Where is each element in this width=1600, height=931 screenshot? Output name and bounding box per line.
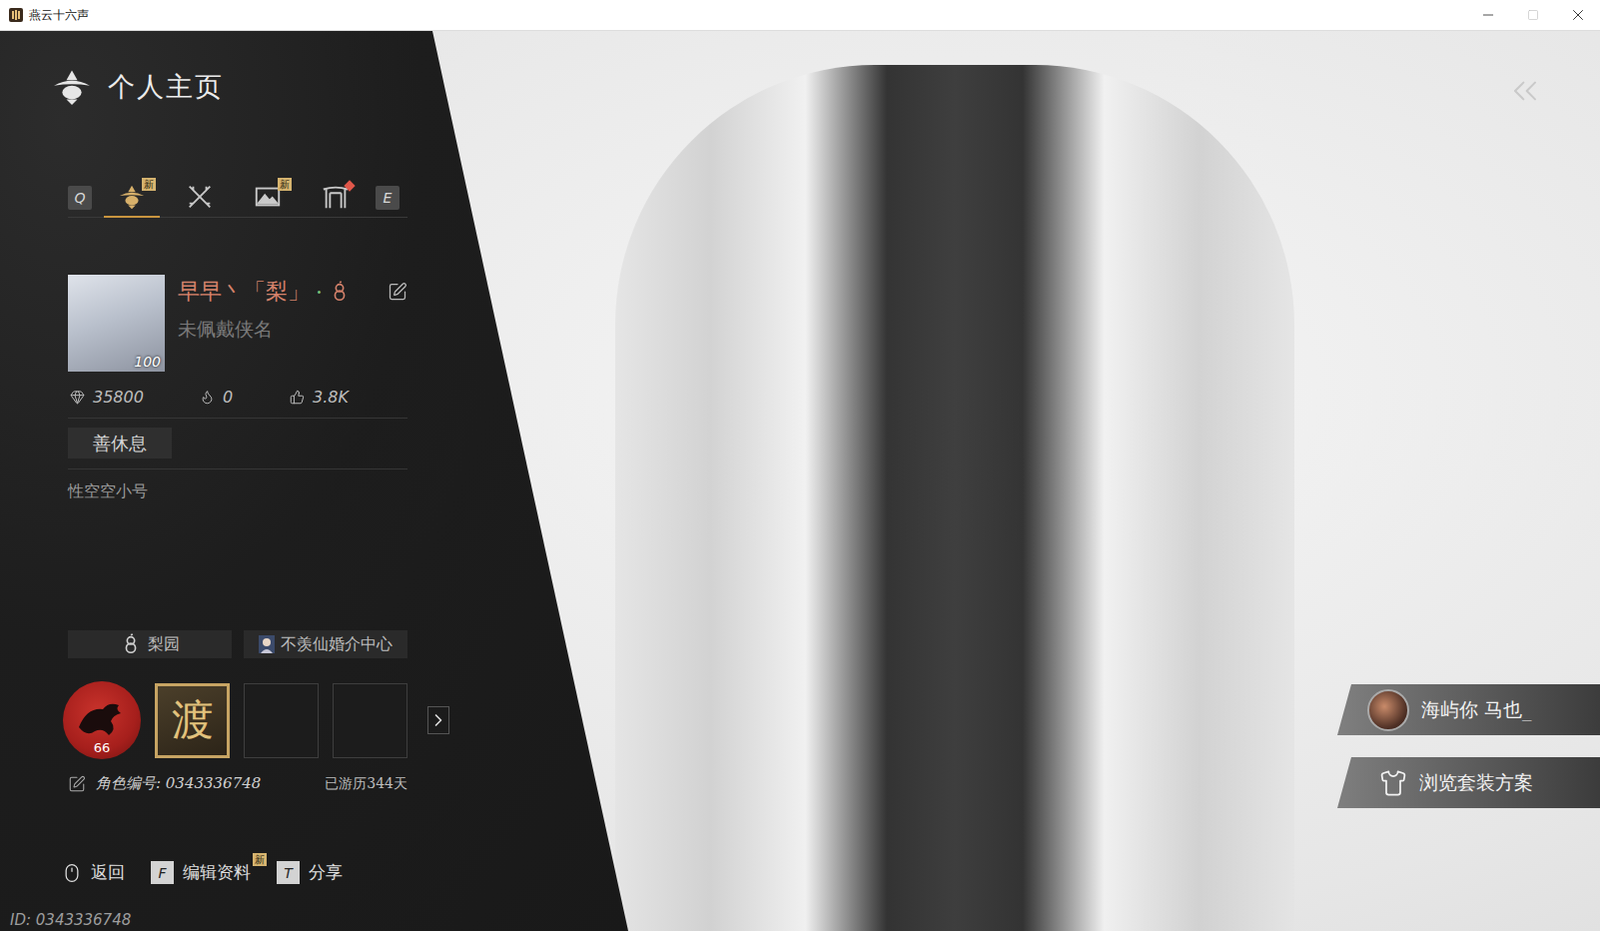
portrait-icon [258,635,275,654]
new-badge: 新 [252,852,267,866]
close-icon [1569,5,1588,24]
panel-content: Q 新 新 E 100 早早丶「梨」· 未佩戴侠名 3580003.8K 善休息性空空小号梨园不… [67,106,408,794]
profile-tab[interactable]: 新 [103,177,160,218]
profile-text: 早早丶「梨」· 未佩戴侠名 [177,274,408,372]
maximize-button[interactable] [1510,0,1556,30]
player-name: 早早丶「梨」 [177,276,310,307]
side-button-label: 海屿你 马也_ [1421,697,1533,724]
album-tab[interactable]: 新 [239,177,296,218]
mouse-icon [61,862,82,883]
group-chip[interactable]: 不羡仙婚介中心 [243,630,408,659]
player-title: 未佩戴侠名 [177,316,408,343]
divider [67,468,408,470]
group-chip[interactable]: 梨园 [67,630,232,659]
gate-tab[interactable] [307,177,364,218]
side-button-label: 浏览套装方案 [1419,770,1534,797]
outfit-icon [1379,769,1408,798]
horse-seal-icon [74,697,129,744]
panel-title: 个人主页 [107,68,224,105]
player-id: ID: 0343336748 [9,910,629,929]
avatar[interactable]: 100 [67,274,165,372]
back-arrow-icon [1505,70,1546,111]
app-window: 燕云十六声海屿你 马也_浏览套装方案个人主页Q新新E100早早丶「梨」·未佩戴侠… [0,0,1600,931]
bio: 性空空小号 [67,481,408,503]
minimize-icon [1480,6,1497,23]
friend-avatar [1367,689,1410,732]
character-area [571,30,1338,931]
side-button[interactable]: 浏览套装方案 [1337,757,1600,808]
character-badge[interactable]: 渡 [154,683,230,759]
empty-badge-slot[interactable] [243,683,319,759]
avatar-level: 100 [133,353,161,370]
copy-icon[interactable] [67,775,86,794]
stat: 0 [197,387,288,407]
seal-number: 66 [62,740,141,756]
guild-icon [119,633,142,656]
app-logo-icon [8,7,23,22]
key-hint: F [150,860,174,884]
window-title: 燕云十六声 [28,6,1466,24]
name-row: 早早丶「梨」· [177,276,408,307]
close-button[interactable] [1555,0,1600,30]
stat: 3.8K [287,387,408,407]
maximize-icon [1527,8,1540,21]
character-render[interactable] [615,64,1295,931]
role-row: 角色编号: 0343336748 已游历344天 [67,774,408,794]
seal-badge[interactable]: 66 [62,681,141,760]
stat: 35800 [67,387,198,407]
empty-badge-slot[interactable] [332,683,408,759]
new-badge: 新 [141,177,156,191]
back-button[interactable] [1505,70,1546,115]
side-column: 海屿你 马也_ 浏览套装方案 [1337,30,1600,931]
arrow-right-icon [428,710,449,731]
more-badges-button[interactable] [427,706,450,735]
footer-action[interactable]: T分享 [276,860,343,884]
side-buttons: 海屿你 马也_ 浏览套装方案 [1337,684,1600,808]
heat-icon [199,389,215,405]
footer-action[interactable]: F编辑资料新 [150,860,251,884]
tab-bar: Q新新E [67,177,408,218]
key-hint: T [276,860,300,884]
badge-row: 66 渡 [62,681,408,760]
school-icon [328,280,351,303]
main-area: 海屿你 马也_浏览套装方案个人主页Q新新E100早早丶「梨」·未佩戴侠名3580… [0,30,1600,931]
side-button[interactable]: 海屿你 马也_ [1337,684,1600,736]
footer: 返回 F编辑资料新 T分享 [61,860,629,884]
footer-action[interactable]: 返回 [61,860,125,884]
currency-icon [69,389,85,405]
profile-logo-icon [49,64,94,109]
minimize-button[interactable] [1465,0,1511,30]
name-separator: · [315,279,323,305]
combat-tab[interactable] [171,177,228,218]
days-played: 已游历344天 [324,775,408,794]
group-row: 梨园不羡仙婚介中心 [67,630,408,659]
edit-name-button[interactable] [387,281,408,302]
status-tag: 善休息 [67,427,172,459]
stats-row: 3580003.8K [67,385,408,408]
crossed-swords-icon [184,181,215,212]
new-badge: 新 [277,177,292,191]
prev-tab-key[interactable]: Q [67,185,92,210]
role-id: 角色编号: 0343336748 [95,774,261,794]
title-bar: 燕云十六声 [0,0,1600,31]
next-tab-key[interactable]: E [375,185,400,210]
divider [67,417,408,419]
edit-icon [387,281,408,302]
like-icon [289,389,305,405]
profile-row: 100 早早丶「梨」· 未佩戴侠名 [67,274,408,372]
